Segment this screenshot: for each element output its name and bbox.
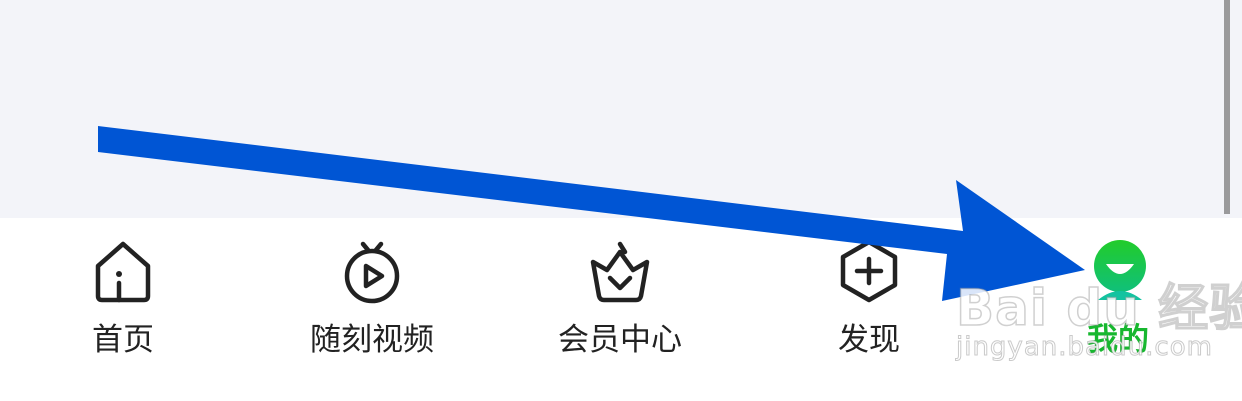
tab-mine[interactable]: 我的 [1018, 218, 1218, 401]
tab-discover[interactable]: 发现 [769, 218, 969, 401]
tab-suike-video-label: 随刻视频 [310, 322, 434, 358]
vip-basket-icon [590, 241, 650, 303]
content-area [0, 0, 1242, 218]
hexagon-plus-icon [840, 239, 898, 303]
tab-suike-video[interactable]: 随刻视频 [272, 218, 472, 401]
tab-home-label: 首页 [92, 322, 154, 358]
tab-mine-label: 我的 [1087, 322, 1149, 358]
home-icon [95, 241, 151, 303]
tab-home[interactable]: 首页 [23, 218, 223, 401]
tab-discover-label: 发现 [838, 322, 900, 358]
video-play-icon [344, 241, 400, 304]
tab-vip-center-label: 会员中心 [558, 322, 682, 358]
tab-vip-center[interactable]: 会员中心 [520, 218, 720, 401]
bottom-tab-bar: 首页 随刻视频 会员中心 发现 我的 [0, 218, 1242, 401]
profile-avatar-icon [1094, 240, 1146, 300]
scrollbar[interactable] [1224, 0, 1230, 214]
